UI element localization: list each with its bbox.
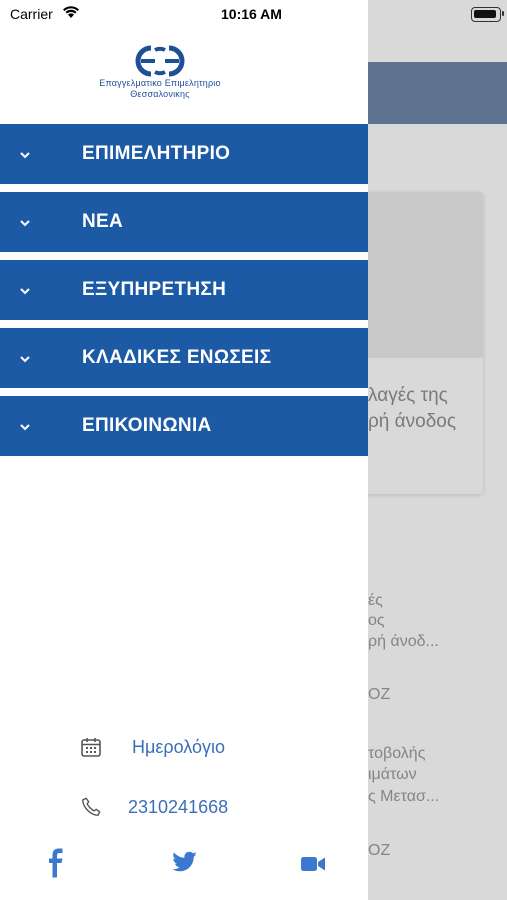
- background-list-text: τοβολής: [368, 745, 426, 762]
- calendar-label: Ημερολόγιο: [132, 737, 226, 757]
- background-list-meta: ΟΖ: [368, 842, 391, 859]
- chamber-logo-mark: [135, 45, 185, 77]
- logo-line-2: Θεσσαλονικης: [130, 89, 190, 99]
- menu-item-sector-unions[interactable]: ΚΛΑΔΙΚΕΣ ΕΝΩΣΕΙΣ: [0, 328, 368, 388]
- phone-link[interactable]: 2310241668: [0, 788, 368, 828]
- menu-item-contact[interactable]: ΕΠΙΚΟΙΝΩΝΙΑ: [0, 396, 368, 456]
- carrier-label: Carrier: [10, 6, 53, 22]
- menu-item-chamber[interactable]: ΕΠΙΜΕΛΗΤΗΡΙΟ: [0, 124, 368, 184]
- background-list-text: ρή άνοδ...: [368, 633, 439, 650]
- battery-tip: [502, 11, 504, 16]
- chevron-down-icon: [20, 288, 30, 295]
- menu-item-label: ΚΛΑΔΙΚΕΣ ΕΝΩΣΕΙΣ: [82, 347, 272, 368]
- background-list-text: ος: [368, 612, 385, 629]
- menu-item-label: ΕΠΙΚΟΙΝΩΝΙΑ: [82, 415, 212, 436]
- background-list-text: ς Μετασ...: [368, 788, 440, 805]
- calendar-link[interactable]: Ημερολόγιο: [0, 728, 368, 768]
- chevron-down-icon: [20, 152, 30, 159]
- clock: 10:16 AM: [221, 6, 282, 22]
- background-list-text: ιμάτων: [368, 766, 417, 783]
- phone-number: 2310241668: [128, 797, 229, 817]
- chevron-down-icon: [20, 424, 30, 431]
- background-list-text: ές: [368, 592, 383, 609]
- phone-icon: [82, 797, 101, 816]
- facebook-icon[interactable]: [47, 848, 65, 878]
- battery-icon: [471, 7, 501, 22]
- chevron-down-icon: [20, 220, 30, 227]
- menu-item-label: ΕΞΥΠΗΡΕΤΗΣΗ: [82, 279, 227, 300]
- wifi-icon: [63, 6, 79, 18]
- chevron-down-icon: [20, 356, 30, 363]
- background-card-text: ρή άνοδος: [368, 411, 457, 432]
- side-drawer: Επαγγελματικο Επιμελητηριο Θεσσαλονικης …: [0, 0, 368, 900]
- twitter-icon[interactable]: [170, 851, 198, 875]
- menu-item-service[interactable]: ΕΞΥΠΗΡΕΤΗΣΗ: [0, 260, 368, 320]
- status-bar: Carrier 10:16 AM: [0, 0, 507, 30]
- chamber-logo: Επαγγελματικο Επιμελητηριο Θεσσαλονικης: [80, 44, 240, 100]
- logo-line-1: Επαγγελματικο Επιμελητηριο: [99, 78, 221, 88]
- video-icon[interactable]: [300, 855, 326, 873]
- menu-item-news[interactable]: ΝΕΑ: [0, 192, 368, 252]
- menu-item-label: ΕΠΙΜΕΛΗΤΗΡΙΟ: [82, 143, 231, 164]
- calendar-icon: [81, 738, 101, 757]
- background-card-text: λαγές της: [368, 385, 448, 406]
- drawer-menu: ΕΠΙΜΕΛΗΤΗΡΙΟ ΝΕΑ ΕΞΥΠΗΡΕΤΗΣΗ ΚΛΑΔΙΚΕΣ ΕΝ…: [0, 124, 368, 464]
- menu-item-label: ΝΕΑ: [82, 211, 124, 232]
- background-list-meta: ΟΖ: [368, 686, 391, 703]
